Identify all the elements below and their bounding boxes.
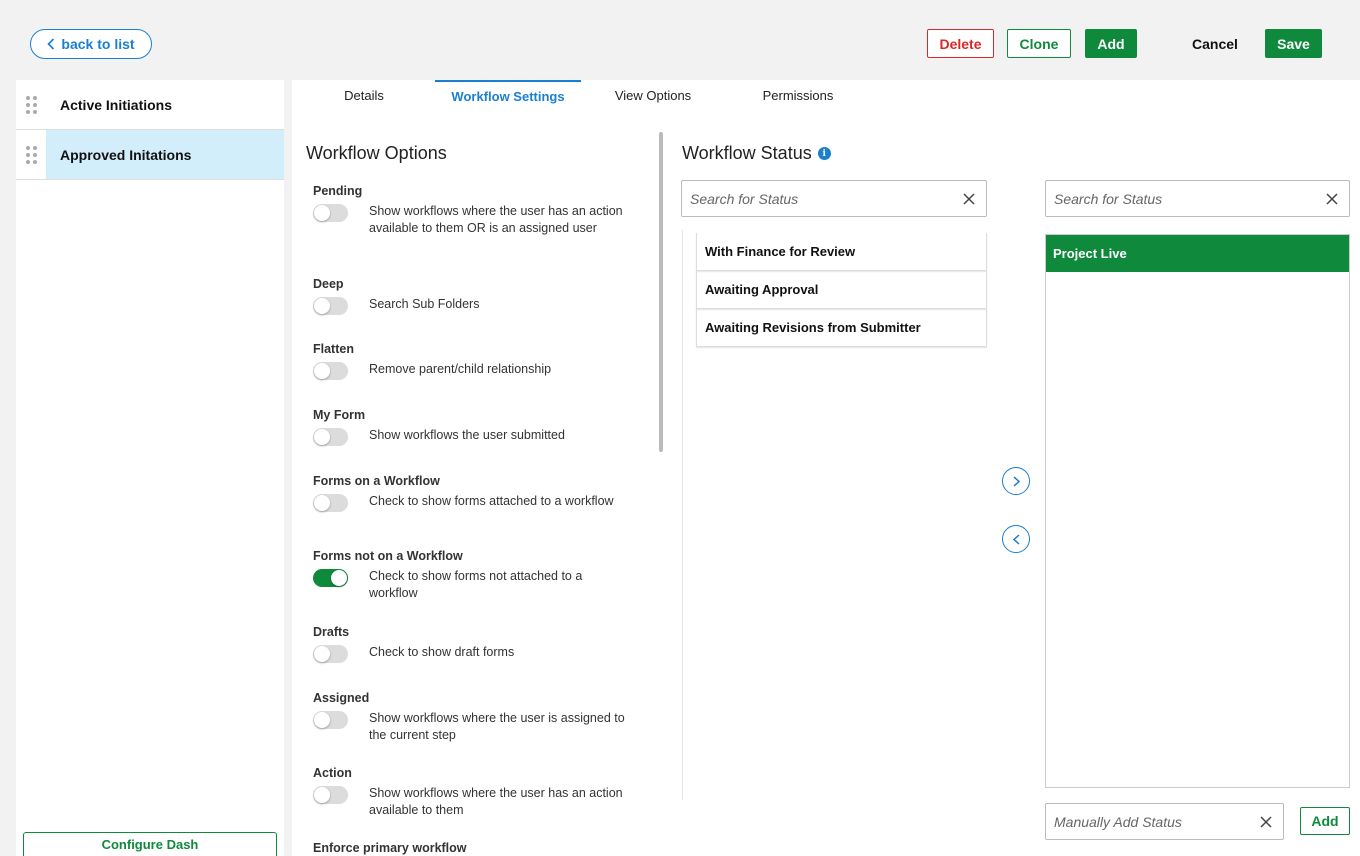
option-description: Show workflows where the user is assigne… [369,711,625,742]
tab-view-options[interactable]: View Options [608,80,698,110]
option-forms-not-on-workflow: Forms not on a Workflow Check to show fo… [313,549,643,602]
sidebar-item-active-initiations[interactable]: Active Initiations [16,80,284,130]
option-description: Check to show draft forms [369,645,515,659]
workflow-status-title: Workflow Status i [682,143,831,164]
option-flatten: Flatten Remove parent/child relationship [313,342,643,380]
pending-toggle[interactable] [313,204,348,222]
option-drafts: Drafts Check to show draft forms [313,625,643,663]
option-title: Forms not on a Workflow [313,549,463,563]
back-to-list-button[interactable]: back to list [30,29,152,59]
sidebar-item-approved-initiations[interactable]: Approved Initations [16,130,284,180]
option-forms-on-workflow: Forms on a Workflow Check to show forms … [313,474,643,512]
save-button[interactable]: Save [1265,29,1322,58]
option-action: Action Show workflows where the user has… [313,766,643,819]
forms-on-workflow-toggle[interactable] [313,494,348,512]
assigned-toggle[interactable] [313,711,348,729]
available-status-list: With Finance for Review Awaiting Approva… [696,233,987,347]
option-title: Assigned [313,691,370,705]
search-placeholder: Search for Status [1054,190,1163,207]
search-placeholder: Search for Status [690,190,799,207]
option-title: Pending [313,184,363,198]
clear-icon[interactable] [1315,192,1349,205]
list-divider [682,230,683,800]
selected-status-item[interactable]: Project Live [1046,235,1349,272]
main-panel: Details Workflow Settings View Options P… [292,80,1360,856]
delete-button[interactable]: Delete [927,29,994,58]
tab-permissions[interactable]: Permissions [754,80,842,110]
available-status-search[interactable]: Search for Status [681,180,987,217]
option-description: Remove parent/child relationship [369,362,552,376]
tab-details[interactable]: Details [328,80,400,110]
chevron-left-icon [1012,533,1020,545]
option-title: My Form [313,408,366,422]
option-pending: Pending Show workflows where the user ha… [313,184,643,237]
sidebar-item-label: Approved Initations [60,146,192,163]
option-deep: Deep Search Sub Folders [313,277,643,315]
forms-not-on-workflow-toggle[interactable] [313,569,348,587]
tab-workflow-settings[interactable]: Workflow Settings [435,80,581,110]
option-description: Check to show forms attached to a workfl… [369,494,614,508]
back-to-list-label: back to list [61,36,135,52]
manual-add-status-input[interactable]: Manually Add Status [1045,803,1284,840]
option-description: Show workflows where the user has an act… [369,204,623,235]
option-title: Action [313,766,352,780]
status-item[interactable]: Awaiting Revisions from Submitter [696,309,987,347]
workflow-status-title-text: Workflow Status [682,143,812,163]
option-my-form: My Form Show workflows the user submitte… [313,408,643,446]
options-scrollbar[interactable] [659,132,663,452]
option-title: Flatten [313,342,354,356]
option-title: Forms on a Workflow [313,474,440,488]
info-icon[interactable]: i [817,147,831,160]
move-right-button[interactable] [1002,467,1030,495]
configure-dash-button[interactable]: Configure Dash [23,832,277,856]
status-item[interactable]: Awaiting Approval [696,271,987,309]
option-title: Enforce primary workflow [313,841,467,855]
drafts-toggle[interactable] [313,645,348,663]
option-description: Search Sub Folders [369,297,480,311]
clear-icon[interactable] [952,192,986,205]
status-item[interactable]: With Finance for Review [696,233,987,271]
move-left-button[interactable] [1002,525,1030,553]
clone-button[interactable]: Clone [1007,29,1071,58]
add-button[interactable]: Add [1085,29,1137,58]
option-description: Show workflows the user submitted [369,428,565,442]
option-title: Drafts [313,625,350,639]
cancel-button[interactable]: Cancel [1185,29,1245,58]
selected-status-list: Project Live [1045,234,1350,788]
chevron-left-icon [47,38,55,50]
option-description: Check to show forms not attached to a wo… [369,569,583,600]
option-assigned: Assigned Show workflows where the user i… [313,691,643,744]
option-title: Deep [313,277,344,291]
flatten-toggle[interactable] [313,362,348,380]
workflow-options-title: Workflow Options [306,143,447,163]
option-description: Show workflows where the user has an act… [369,786,623,817]
option-enforce-primary-workflow: Enforce primary workflow [313,841,643,855]
chevron-right-icon [1012,475,1020,487]
my-form-toggle[interactable] [313,428,348,446]
sidebar-item-label: Active Initiations [60,96,173,113]
manual-add-button[interactable]: Add [1300,807,1350,835]
sidebar: Active Initiations Approved Initations C… [16,80,284,856]
selected-status-search[interactable]: Search for Status [1045,180,1350,217]
clear-icon[interactable] [1249,815,1283,828]
tab-bar: Details Workflow Settings View Options P… [292,80,1360,110]
manual-add-placeholder: Manually Add Status [1054,813,1182,830]
deep-toggle[interactable] [313,297,348,315]
drag-handle-icon[interactable] [16,80,46,129]
drag-handle-icon[interactable] [16,130,46,179]
action-toggle[interactable] [313,786,348,804]
